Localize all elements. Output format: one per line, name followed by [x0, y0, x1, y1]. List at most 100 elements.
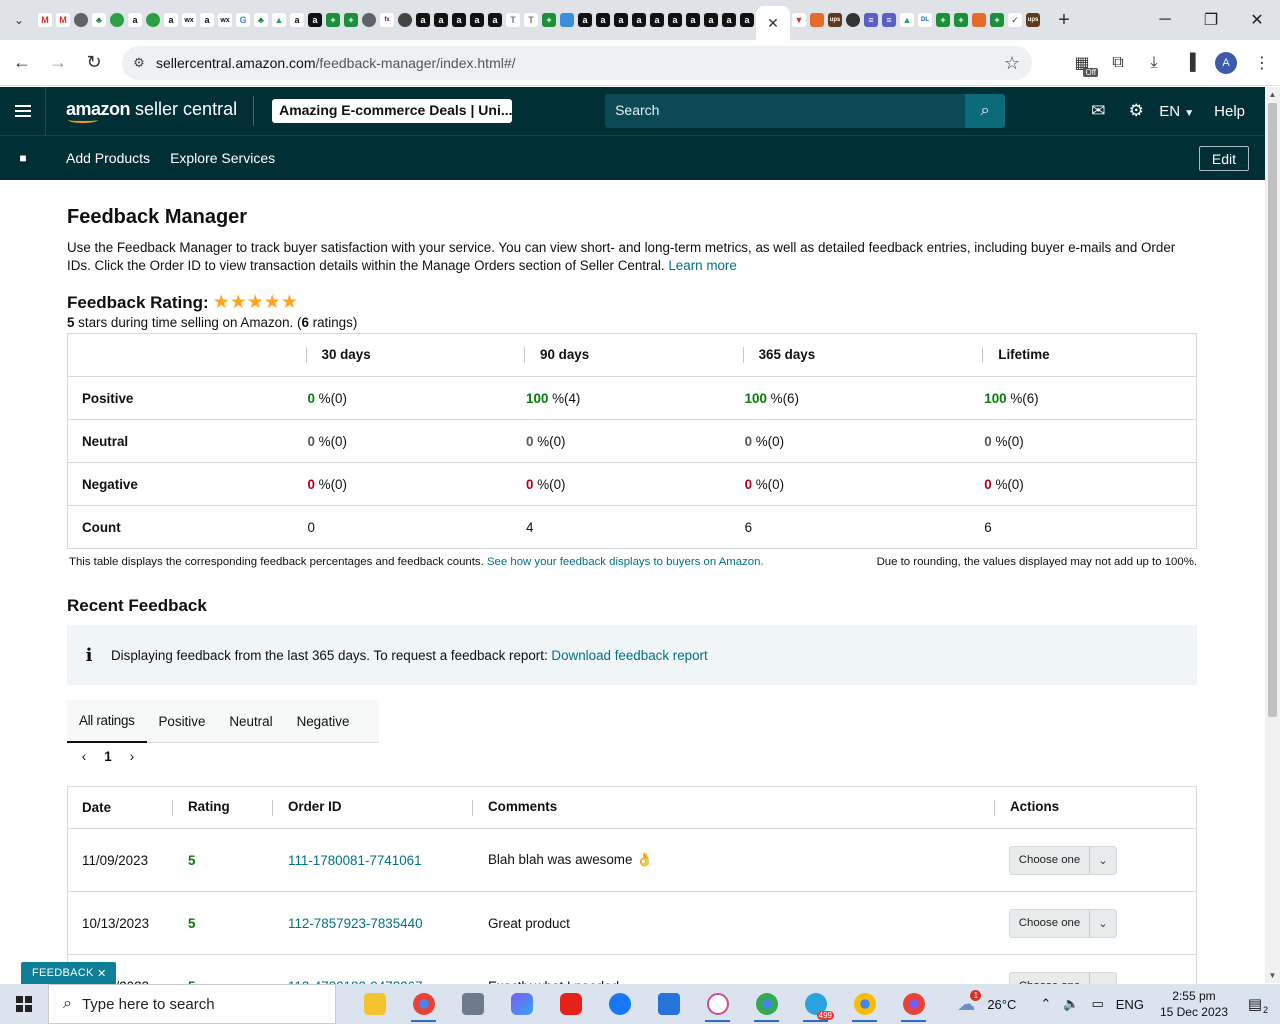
search-button[interactable]: ⌕ — [965, 94, 1006, 128]
tray-chevron-up-icon[interactable]: ⌃ — [1040, 996, 1051, 1012]
facebook-icon[interactable] — [595, 984, 644, 1024]
menu-kebab-icon[interactable]: ⋮ — [1244, 45, 1280, 81]
seller-central-logo[interactable]: amazon seller central — [66, 96, 255, 126]
bookmark-star-icon[interactable]: ☆ — [1004, 53, 1020, 74]
amazon-tab-icon[interactable]: a — [488, 13, 502, 27]
amazon-tab-icon[interactable]: a — [722, 13, 736, 27]
extension-off-icon[interactable]: ▦ Off — [1064, 45, 1100, 81]
clock[interactable]: 2:55 pm 15 Dec 2023 — [1160, 988, 1228, 1020]
ups-tab-icon[interactable]: ups — [1026, 13, 1040, 27]
list-tab-icon[interactable]: ≡ — [864, 13, 878, 27]
ups-tab-icon[interactable]: ups — [828, 13, 842, 27]
feedback-widget-tab[interactable]: FEEDBACK ✕ — [21, 962, 116, 984]
amazon-tab-icon[interactable]: a — [578, 13, 592, 27]
plus-green-tab-icon[interactable]: + — [326, 13, 340, 27]
next-page-chevron-icon[interactable]: › — [125, 749, 139, 764]
amazon-tab-icon[interactable]: a — [686, 13, 700, 27]
order-id-link[interactable]: 111-1780081-7741061 — [273, 853, 473, 868]
fedex-tab-icon[interactable]: fx — [380, 13, 394, 27]
amazon-tab-icon[interactable]: a — [434, 13, 448, 27]
t-tab-icon[interactable]: T — [524, 13, 538, 27]
active-tab[interactable]: ✕ — [756, 6, 790, 40]
side-panel-icon[interactable]: ▐ — [1172, 45, 1208, 81]
triangle-tab-icon[interactable]: ▼ — [792, 13, 806, 27]
amazon-tab-icon[interactable]: a — [290, 13, 304, 27]
weather-cloud-icon[interactable]: ☁ 1 — [957, 989, 982, 1015]
chrome-profile-icon[interactable] — [742, 984, 791, 1024]
clover-tab-icon[interactable]: ♣ — [92, 13, 106, 27]
prev-page-chevron-icon[interactable]: ‹ — [77, 749, 91, 764]
tab-search-chevron-icon[interactable]: ⌄ — [6, 7, 32, 33]
copilot-icon[interactable] — [497, 984, 546, 1024]
gmail-tab-icon[interactable]: M — [56, 13, 70, 27]
amazon-tab-icon[interactable]: a — [650, 13, 664, 27]
url-text[interactable]: sellercentral.amazon.com/feedback-manage… — [156, 55, 516, 71]
store-selector[interactable]: Amazing E-commerce Deals | Uni... — [272, 99, 513, 123]
address-bar[interactable]: ⚙ sellercentral.amazon.com/feedback-mana… — [122, 46, 1032, 80]
chrome-profile-c-icon[interactable] — [889, 984, 938, 1024]
scroll-thumb[interactable] — [1268, 103, 1277, 717]
cloud-tab-icon[interactable] — [560, 13, 574, 27]
new-tab-button[interactable]: + — [1050, 6, 1078, 34]
chevron-down-icon[interactable]: ⌄ — [1090, 910, 1116, 937]
feedback-widget-close-icon[interactable]: ✕ — [97, 967, 107, 980]
amazon-tab-icon[interactable]: a — [452, 13, 466, 27]
amazon-tab-icon[interactable]: a — [632, 13, 646, 27]
mail-icon[interactable]: ✉ — [1079, 101, 1117, 121]
green-circle-tab-icon[interactable] — [110, 13, 124, 27]
amazon-tab-icon[interactable]: a — [128, 13, 142, 27]
amazon-tab-icon[interactable]: a — [470, 13, 484, 27]
chrome-profile-a-icon[interactable] — [840, 984, 889, 1024]
hamburger-menu-icon[interactable] — [0, 87, 46, 135]
wix-tab-icon[interactable]: wx — [182, 13, 196, 27]
drive-tab-icon[interactable]: ▲ — [272, 13, 286, 27]
plus-green-tab-icon[interactable]: + — [990, 13, 1004, 27]
edit-button[interactable]: Edit — [1198, 146, 1249, 171]
clover-tab-icon[interactable]: ♣ — [254, 13, 268, 27]
page-scrollbar[interactable]: ▲ ▼ — [1265, 87, 1280, 983]
volume-icon[interactable]: 🔈 — [1063, 996, 1079, 1012]
tab-all-ratings[interactable]: All ratings — [67, 700, 147, 743]
restore-icon[interactable]: ❐ — [1188, 0, 1234, 40]
amazon-tab-icon[interactable]: a — [200, 13, 214, 27]
amazon-tab-icon[interactable]: a — [668, 13, 682, 27]
amazon-tab-icon[interactable]: a — [164, 13, 178, 27]
notifications-icon[interactable]: ▤ 2 — [1240, 995, 1270, 1015]
amazon-tab-icon[interactable]: a — [308, 13, 322, 27]
reload-icon[interactable]: ↻ — [76, 45, 112, 81]
plus-green-tab-icon[interactable]: + — [542, 13, 556, 27]
close-tab-icon[interactable]: ✕ — [767, 15, 779, 32]
t-tab-icon[interactable]: T — [506, 13, 520, 27]
snipping-tool-icon[interactable] — [693, 984, 742, 1024]
network-icon[interactable]: ▭ — [1091, 996, 1103, 1012]
store-icon[interactable] — [644, 984, 693, 1024]
input-language[interactable]: ENG — [1116, 997, 1144, 1012]
language-selector[interactable]: EN ▼ — [1159, 103, 1194, 120]
download-feedback-report-link[interactable]: Download feedback report — [551, 648, 707, 663]
bookmark-icon[interactable]: ■ — [0, 151, 46, 165]
taskbar-search-input[interactable]: ⌕ Type here to search — [48, 984, 336, 1024]
scroll-up-arrow-icon[interactable]: ▲ — [1265, 87, 1280, 102]
wix-tab-icon[interactable]: wx — [218, 13, 232, 27]
telegram-icon[interactable]: 499 — [791, 984, 840, 1024]
minimize-icon[interactable]: ─ — [1142, 0, 1188, 40]
plus-green-tab-icon[interactable]: + — [936, 13, 950, 27]
amazon-tab-icon[interactable]: a — [596, 13, 610, 27]
add-products-link[interactable]: Add Products — [66, 150, 150, 166]
tab-negative[interactable]: Negative — [285, 700, 362, 743]
chrome-icon[interactable] — [399, 984, 448, 1024]
orange-tab-icon[interactable] — [972, 13, 986, 27]
plus-green-tab-icon[interactable]: + — [954, 13, 968, 27]
globe-tab-icon[interactable] — [362, 13, 376, 27]
gmail-tab-icon[interactable]: M — [38, 13, 52, 27]
google-tab-icon[interactable]: G — [236, 13, 250, 27]
dhl-tab-icon[interactable]: DL — [918, 13, 932, 27]
extensions-puzzle-icon[interactable]: ⧉ — [1100, 45, 1136, 81]
scroll-down-arrow-icon[interactable]: ▼ — [1265, 968, 1280, 983]
file-explorer-icon[interactable] — [350, 984, 399, 1024]
dark-circle-tab-icon[interactable] — [846, 13, 860, 27]
actions-dropdown[interactable]: Choose one⌄ — [1009, 845, 1117, 875]
learn-more-link[interactable]: Learn more — [668, 258, 736, 273]
plus-green-tab-icon[interactable]: + — [344, 13, 358, 27]
amazon-tab-icon[interactable]: a — [614, 13, 628, 27]
